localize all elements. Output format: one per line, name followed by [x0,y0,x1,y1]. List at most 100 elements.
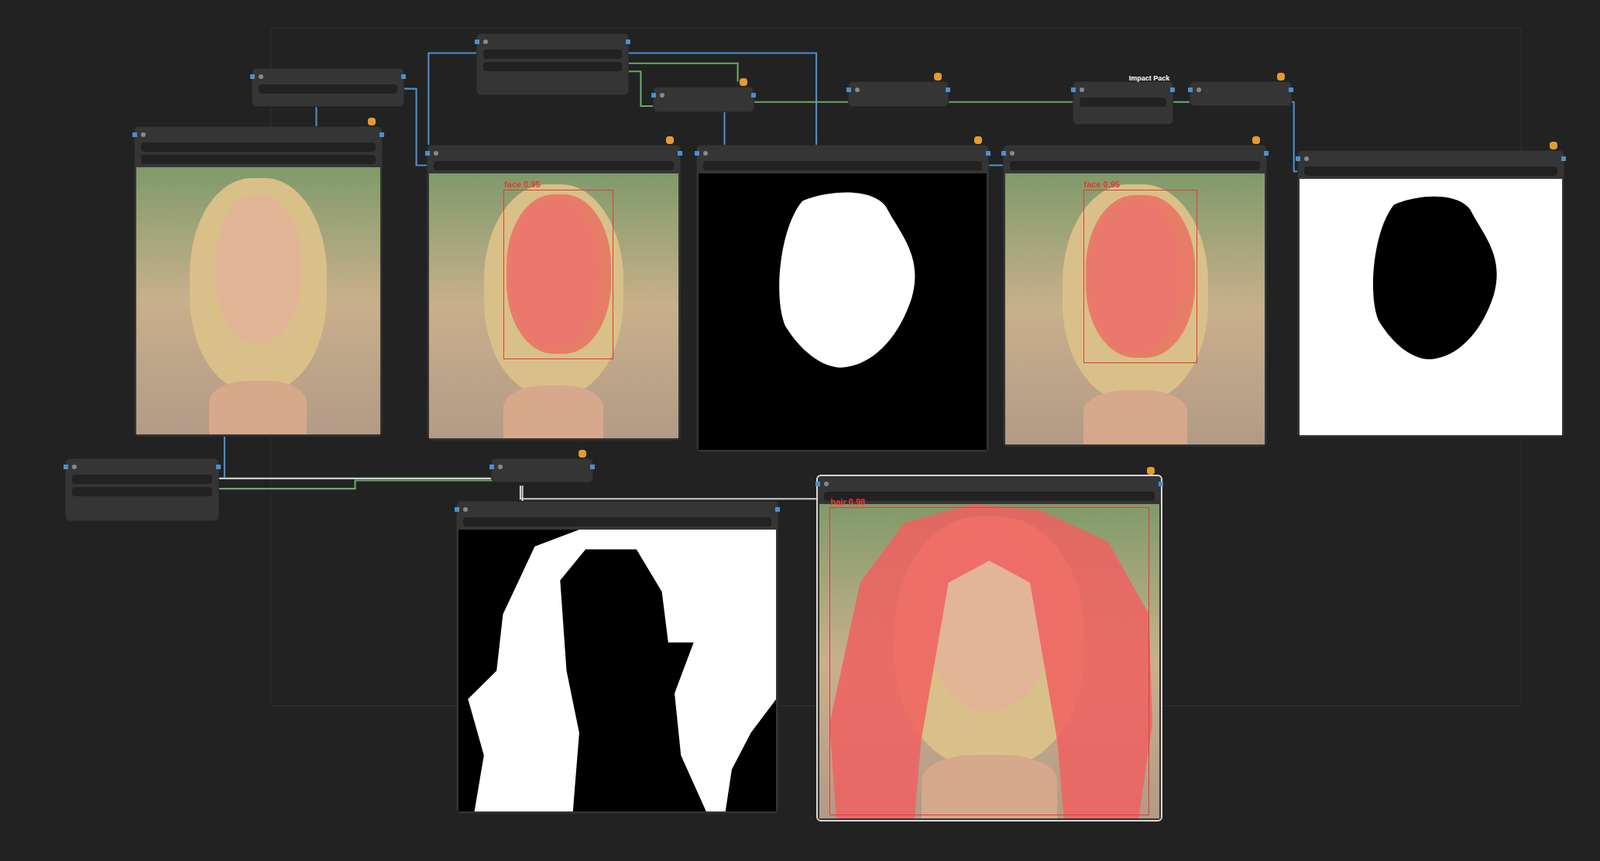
graph-canvas[interactable]: Impact Pack face 0.95 face 0.95 hair 0.98 [0,0,1600,861]
node-header[interactable] [1003,145,1267,162]
node-header[interactable] [427,145,680,162]
output-port-icon[interactable] [625,39,631,45]
node-header[interactable] [491,459,593,475]
node-header[interactable] [696,145,989,162]
output-port-icon[interactable] [985,151,991,156]
node-header[interactable] [1297,151,1564,167]
node-header[interactable] [252,68,403,85]
graph-node[interactable] [696,144,989,453]
output-port-icon[interactable] [401,74,406,79]
input-port-icon[interactable] [454,507,460,512]
output-port-icon[interactable] [1170,87,1175,93]
node-marker-icon [739,78,748,86]
input-port-icon[interactable] [846,87,852,93]
input-port-icon[interactable] [1295,156,1301,162]
collapse-dot-icon[interactable] [1009,151,1015,156]
node-widget[interactable] [483,61,622,72]
output-port-icon[interactable] [945,87,951,93]
graph-node[interactable] [490,458,594,484]
graph-node[interactable] [133,126,383,437]
node-widget[interactable] [72,474,213,485]
graph-node[interactable]: face 0.95 [1002,144,1267,447]
node-header[interactable] [134,127,382,143]
collapse-dot-icon[interactable] [1304,156,1309,162]
collapse-dot-icon[interactable] [463,507,468,512]
collapse-dot-icon[interactable] [258,74,264,79]
graph-node[interactable]: face 0.95 [426,144,681,441]
node-widget[interactable] [433,161,674,171]
input-port-icon[interactable] [132,132,138,138]
output-port-icon[interactable] [1561,156,1566,162]
input-port-icon[interactable] [815,481,821,487]
node-header[interactable] [817,476,1161,492]
input-port-icon[interactable] [489,464,495,470]
node-marker-icon [578,449,587,458]
photo [136,167,381,435]
output-port-icon[interactable] [775,507,780,512]
graph-node[interactable] [848,81,949,107]
node-badge: Impact Pack [1129,74,1171,83]
node-widget[interactable] [824,491,1155,502]
graph-node[interactable] [476,33,629,95]
collapse-dot-icon[interactable] [659,92,665,98]
input-port-icon[interactable] [474,39,480,45]
collapse-dot-icon[interactable] [1079,87,1085,93]
node-marker-icon [974,136,982,145]
collapse-dot-icon[interactable] [824,481,829,487]
node-widget[interactable] [463,517,772,527]
node-header[interactable] [477,34,628,50]
node-marker-icon [933,72,942,81]
output-port-icon[interactable] [751,92,756,98]
output-port-icon[interactable] [590,464,595,470]
input-port-icon[interactable] [63,464,69,470]
collapse-dot-icon[interactable] [1196,87,1202,93]
node-marker-icon [1146,466,1155,475]
graph-node[interactable] [456,501,779,815]
graph-node[interactable] [1297,150,1565,439]
graph-node[interactable]: hair 0.98 [816,474,1163,822]
node-header[interactable] [653,87,753,104]
node-marker-icon [367,117,376,126]
collapse-dot-icon[interactable] [854,87,860,93]
node-header[interactable] [1190,82,1291,98]
collapse-dot-icon[interactable] [140,132,146,138]
node-widget[interactable] [72,487,213,497]
graph-node[interactable]: Impact Pack [1072,81,1174,124]
input-port-icon[interactable] [1071,87,1076,93]
node-header[interactable] [456,501,778,518]
collapse-dot-icon[interactable] [483,39,488,45]
collapse-dot-icon[interactable] [72,464,77,470]
output-port-icon[interactable] [677,151,683,156]
node-preview [1299,178,1563,437]
node-widget[interactable] [258,84,397,94]
output-port-icon[interactable] [1288,87,1294,93]
collapse-dot-icon[interactable] [433,151,439,156]
output-port-icon[interactable] [379,132,385,138]
input-port-icon[interactable] [1187,87,1193,93]
node-widget[interactable] [140,142,376,152]
collapse-dot-icon[interactable] [703,151,708,156]
node-header[interactable]: Impact Pack [1073,82,1173,98]
node-widget[interactable] [1304,166,1558,176]
node-header[interactable] [65,459,219,475]
graph-node[interactable] [652,86,754,113]
output-port-icon[interactable] [1158,481,1164,487]
graph-node[interactable] [251,68,404,107]
graph-node[interactable] [65,458,220,522]
graph-node[interactable] [1189,81,1292,107]
node-widget[interactable] [483,49,622,59]
node-widget[interactable] [1079,97,1167,107]
input-port-icon[interactable] [250,74,255,79]
node-header[interactable] [848,82,948,98]
input-port-icon[interactable] [694,151,700,156]
input-port-icon[interactable] [651,92,656,98]
node-widget[interactable] [1009,161,1261,171]
node-widget[interactable] [703,161,982,171]
node-widget[interactable] [140,154,376,165]
output-port-icon[interactable] [216,464,221,470]
output-port-icon[interactable] [1263,151,1269,156]
collapse-dot-icon[interactable] [497,464,503,470]
input-port-icon[interactable] [425,151,430,156]
input-port-icon[interactable] [1001,151,1007,156]
detection-label: face 0.95 [504,178,540,190]
